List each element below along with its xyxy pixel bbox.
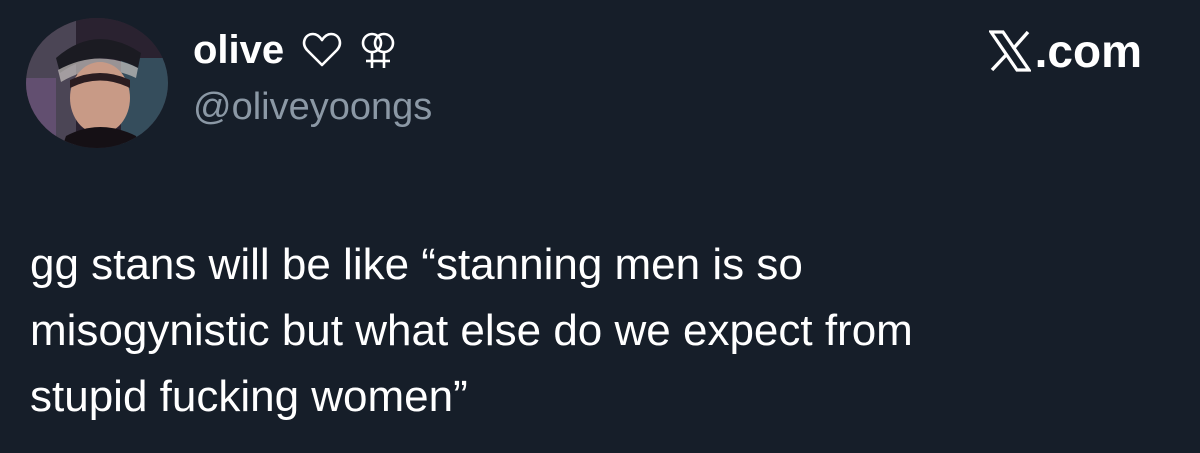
brand-domain-text: .com — [1034, 25, 1142, 77]
display-name-text[interactable]: olive — [193, 30, 284, 70]
post-text-line: misogynistic but what else do we expect … — [30, 306, 913, 355]
brand-logo: .com — [988, 25, 1142, 77]
female-pair-icon — [361, 32, 395, 68]
heart-outline-icon — [303, 32, 342, 67]
post-text: gg stans will be like “stanning men is s… — [30, 232, 1170, 430]
avatar[interactable] — [26, 18, 168, 148]
author-handle[interactable]: @oliveyoongs — [193, 88, 432, 126]
post-text-line: gg stans will be like “stanning men is s… — [30, 240, 803, 289]
post-text-line: stupid fucking women” — [30, 372, 468, 421]
avatar-photo — [26, 18, 168, 148]
x-logo-icon — [988, 30, 1031, 72]
author-display-name[interactable]: olive — [193, 30, 398, 70]
post-card: olive @oliveyoongs .com gg stans will be… — [0, 0, 1200, 453]
